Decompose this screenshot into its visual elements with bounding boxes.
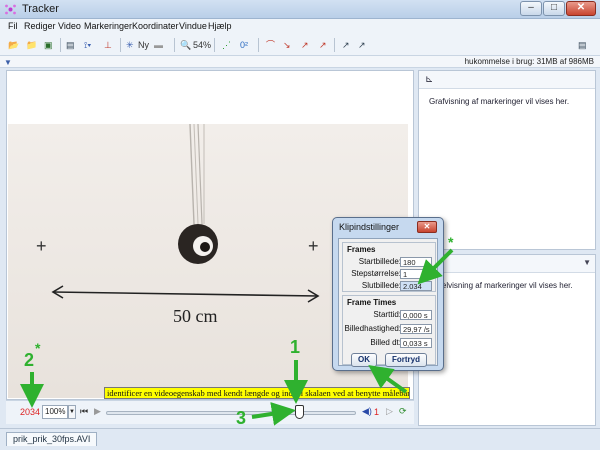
annotation-star-left: * xyxy=(35,340,41,356)
table-placeholder: Tabelvisning af markeringer vil vises he… xyxy=(429,281,573,290)
annotation-number-2: 2 xyxy=(24,350,35,370)
new-track-button[interactable]: Ny xyxy=(138,37,149,53)
toolbar: 📂 📁 ▣ ▤ ⟟▾ ⊥ ✳ Ny ▬ 🔍 54% ⋰ 0² ⌒ ↘ ↗ ↗ ↗… xyxy=(0,34,600,56)
new-track-icon[interactable]: ✳ xyxy=(126,37,134,53)
player-control-bar: 2034 100% ▼ ⏮ ▶ ◀) 1 ▷ ⟳ xyxy=(6,400,414,424)
frame-slider[interactable] xyxy=(106,411,356,415)
acceleration-icon[interactable]: ↗ xyxy=(319,37,327,53)
menu-rediger[interactable]: Rediger xyxy=(24,21,56,31)
close-window-button[interactable]: ✕ xyxy=(566,1,596,16)
tab-strip: prik_prik_30fps.AVI xyxy=(0,428,600,450)
frame-rate-field[interactable]: 29,97 /s xyxy=(400,324,432,334)
menu-fil[interactable]: Fil xyxy=(8,21,18,31)
table-view-header: ▼ xyxy=(419,255,595,273)
start-time-label: Starttid: xyxy=(373,310,401,319)
annotation-number-1: 1 xyxy=(290,337,301,357)
title-bar: Tracker – □ ✕ xyxy=(0,0,600,19)
step-size-field[interactable]: 1 xyxy=(400,269,432,279)
menu-vindue[interactable]: Vindue xyxy=(179,21,207,31)
path-icon[interactable]: ⌒ xyxy=(266,37,275,53)
cancel-button[interactable]: Fortryd xyxy=(385,353,427,367)
frame-rate-label: Billedhastighed: xyxy=(344,324,401,333)
svg-text:+: + xyxy=(36,236,47,256)
hint-tooltip: identificer en videoegenskab med kendt l… xyxy=(104,387,410,399)
frame-dt-field[interactable]: 0,033 s xyxy=(400,338,432,348)
menu-video[interactable]: Video xyxy=(58,21,81,31)
position-marker-icon[interactable]: ↘ xyxy=(283,37,291,53)
save-icon[interactable]: ▣ xyxy=(44,37,53,53)
memory-status: hukommelse i brug: 31MB af 986MB xyxy=(464,57,594,66)
menu-hjaelp[interactable]: Hjælp xyxy=(208,21,232,31)
expand-triangle-icon[interactable]: ▼ xyxy=(4,58,12,67)
step-size-label: Stepstørrelse: xyxy=(351,269,401,278)
xmass-icon[interactable]: ↗ xyxy=(342,37,350,53)
start-time-field[interactable]: 0,000 s xyxy=(400,310,432,320)
window-title: Tracker xyxy=(22,3,59,15)
notes-icon[interactable]: ▤ xyxy=(578,37,587,53)
dialog-close-button[interactable]: ✕ xyxy=(417,221,437,233)
plot-view-panel[interactable]: ⊾ Grafvisning af markeringer vil vises h… xyxy=(418,70,596,250)
dialog-body: Frames Startbillede: 180 Stepstørrelse: … xyxy=(338,238,438,366)
frames-group: Frames Startbillede: 180 Stepstørrelse: … xyxy=(342,242,436,292)
zoom-field[interactable]: 100% xyxy=(42,405,68,419)
vcm-icon[interactable]: ↗ xyxy=(358,37,366,53)
plot-icon[interactable]: ⊾ xyxy=(425,74,433,85)
frame-times-title: Frame Times xyxy=(347,298,397,307)
play-icon[interactable]: ▶ xyxy=(94,406,101,417)
clip-settings-dialog: Klipindstillinger ✕ Frames Startbillede:… xyxy=(332,217,444,371)
start-frame-label: Startbillede: xyxy=(358,257,401,266)
velocity-icon[interactable]: ↗ xyxy=(301,37,309,53)
open-folder-icon[interactable]: 📁 xyxy=(26,37,37,53)
table-view-panel[interactable]: ▼ Tabelvisning af markeringer vil vises … xyxy=(418,254,596,426)
menu-bar: Fil Rediger Video Markeringer Koordinate… xyxy=(0,19,600,34)
coordinate-axes-icon[interactable]: ⟟▾ xyxy=(84,37,91,53)
frames-group-title: Frames xyxy=(347,245,376,254)
labels-icon[interactable]: 0² xyxy=(240,37,248,53)
menu-koordinater[interactable]: Koordinater xyxy=(132,21,179,31)
step-counter: 1 xyxy=(374,407,380,417)
zoom-icon[interactable]: 🔍 xyxy=(180,37,191,53)
end-frame-label: Slutbillede: xyxy=(361,281,401,290)
track-control-icon[interactable]: ▬ xyxy=(154,37,163,53)
loop-icon[interactable]: ⟳ xyxy=(399,406,407,417)
plot-placeholder: Grafvisning af markeringer vil vises her… xyxy=(429,97,570,106)
annotation-star-dialog: * xyxy=(448,234,454,250)
dialog-title: Klipindstillinger xyxy=(339,222,400,232)
new-file-icon[interactable]: 📂 xyxy=(8,37,19,53)
minimize-button[interactable]: – xyxy=(520,1,542,16)
start-frame-field[interactable]: 180 xyxy=(400,257,432,267)
step-forward-icon[interactable]: ▷ xyxy=(386,406,393,417)
menu-markeringer[interactable]: Markeringer xyxy=(84,21,132,31)
frame-dt-label: Billed dt: xyxy=(370,338,401,347)
plot-view-header: ⊾ xyxy=(419,71,595,89)
frame-number: 2034 xyxy=(20,407,41,417)
tracker-app-icon xyxy=(5,4,16,15)
tab-video-file[interactable]: prik_prik_30fps.AVI xyxy=(6,432,98,446)
slider-thumb[interactable] xyxy=(295,405,304,419)
chevron-down-icon[interactable]: ▼ xyxy=(583,258,591,267)
step-back-icon[interactable]: ◀) xyxy=(362,406,372,417)
status-row: ▼ hukommelse i brug: 31MB af 986MB xyxy=(0,56,600,68)
scale-label: 50 cm xyxy=(173,306,218,326)
zoom-level[interactable]: 54% xyxy=(193,37,211,53)
svg-text:+: + xyxy=(308,236,319,256)
ok-button[interactable]: OK xyxy=(351,353,377,367)
clip-settings-icon[interactable]: ▤ xyxy=(66,37,75,53)
trails-icon[interactable]: ⋰ xyxy=(222,37,231,53)
reset-icon[interactable]: ⏮ xyxy=(80,406,88,417)
maximize-button[interactable]: □ xyxy=(543,1,565,16)
zoom-dropdown-icon[interactable]: ▼ xyxy=(68,405,76,419)
calibration-icon[interactable]: ⊥ xyxy=(104,37,112,53)
annotation-number-3: 3 xyxy=(236,408,247,428)
end-frame-field[interactable]: 2.034 xyxy=(400,281,432,291)
